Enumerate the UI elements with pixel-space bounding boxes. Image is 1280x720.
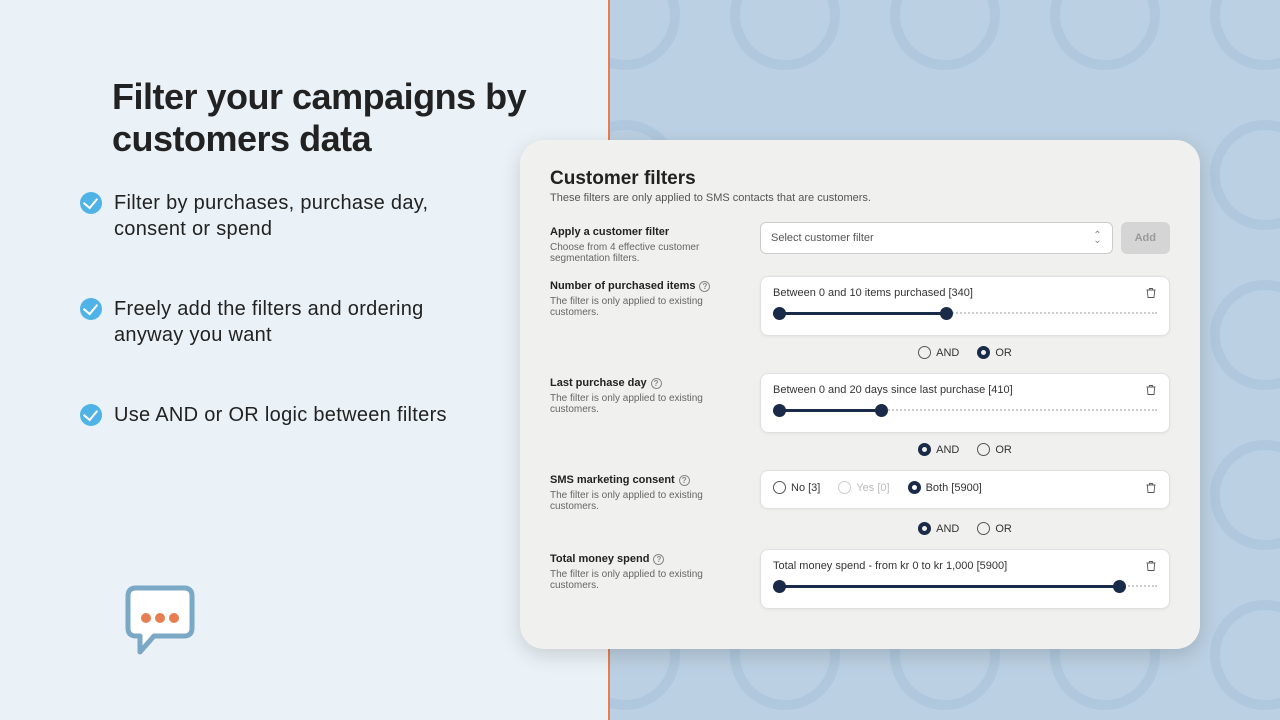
total-spend-label: Total money spend ? (550, 553, 664, 565)
consent-both-radio[interactable]: Both [5900] (908, 481, 982, 494)
last-purchase-text: Between 0 and 20 days since last purchas… (773, 384, 1013, 396)
help-icon[interactable]: ? (651, 378, 662, 389)
panel-heading: Customer filters (550, 168, 1170, 190)
logic-row: AND OR (550, 346, 1170, 359)
sms-consent-label: SMS marketing consent ? (550, 474, 690, 486)
help-icon[interactable]: ? (653, 554, 664, 565)
purchased-items-text: Between 0 and 10 items purchased [340] (773, 287, 973, 299)
select-placeholder: Select customer filter (771, 232, 874, 244)
updown-icon: ⌃⌄ (1093, 233, 1101, 243)
chat-logo-icon (120, 580, 200, 660)
logic-or-radio[interactable]: OR (977, 443, 1012, 456)
last-purchase-desc: The filter is only applied to existing c… (550, 393, 750, 415)
help-icon[interactable]: ? (699, 281, 710, 292)
customer-filter-select[interactable]: Select customer filter ⌃⌄ (760, 222, 1113, 254)
panel-subtitle: These filters are only applied to SMS co… (550, 192, 1170, 204)
logic-and-radio[interactable]: AND (918, 443, 959, 456)
bullet-item: Freely add the filters and ordering anyw… (80, 296, 460, 348)
logic-or-radio[interactable]: OR (977, 522, 1012, 535)
total-spend-text: Total money spend - from kr 0 to kr 1,00… (773, 560, 1007, 572)
logic-row: AND OR (550, 443, 1170, 456)
total-spend-slider[interactable] (773, 580, 1157, 594)
check-icon (80, 404, 102, 426)
last-purchase-card: Between 0 and 20 days since last purchas… (760, 373, 1170, 433)
total-spend-desc: The filter is only applied to existing c… (550, 569, 750, 591)
trash-icon[interactable] (1145, 560, 1157, 572)
logic-and-radio[interactable]: AND (918, 346, 959, 359)
logic-row: AND OR (550, 522, 1170, 535)
purchased-items-card: Between 0 and 10 items purchased [340] (760, 276, 1170, 336)
bullet-item: Use AND or OR logic between filters (80, 402, 460, 428)
sms-consent-desc: The filter is only applied to existing c… (550, 490, 750, 512)
total-spend-card: Total money spend - from kr 0 to kr 1,00… (760, 549, 1170, 609)
check-icon (80, 298, 102, 320)
customer-filters-panel: Customer filters These filters are only … (520, 140, 1200, 649)
trash-icon[interactable] (1145, 482, 1157, 494)
bullet-text: Freely add the filters and ordering anyw… (114, 296, 460, 348)
sms-consent-card: No [3] Yes [0] Both [5900] (760, 470, 1170, 509)
logic-and-radio[interactable]: AND (918, 522, 959, 535)
bullet-text: Use AND or OR logic between filters (114, 402, 447, 428)
help-icon[interactable]: ? (679, 475, 690, 486)
bullet-text: Filter by purchases, purchase day, conse… (114, 190, 460, 242)
add-button[interactable]: Add (1121, 222, 1170, 254)
apply-filter-desc: Choose from 4 effective customer segment… (550, 242, 750, 264)
feature-bullets: Filter by purchases, purchase day, conse… (80, 190, 460, 482)
purchased-items-desc: The filter is only applied to existing c… (550, 296, 750, 318)
bullet-item: Filter by purchases, purchase day, conse… (80, 190, 460, 242)
purchased-items-slider[interactable] (773, 307, 1157, 321)
logic-or-radio[interactable]: OR (977, 346, 1012, 359)
trash-icon[interactable] (1145, 384, 1157, 396)
consent-no-radio[interactable]: No [3] (773, 481, 820, 494)
trash-icon[interactable] (1145, 287, 1157, 299)
consent-yes-radio[interactable]: Yes [0] (838, 481, 889, 494)
check-icon (80, 192, 102, 214)
last-purchase-label: Last purchase day ? (550, 377, 662, 389)
purchased-items-label: Number of purchased items ? (550, 280, 710, 292)
last-purchase-slider[interactable] (773, 404, 1157, 418)
apply-filter-label: Apply a customer filter (550, 226, 669, 238)
